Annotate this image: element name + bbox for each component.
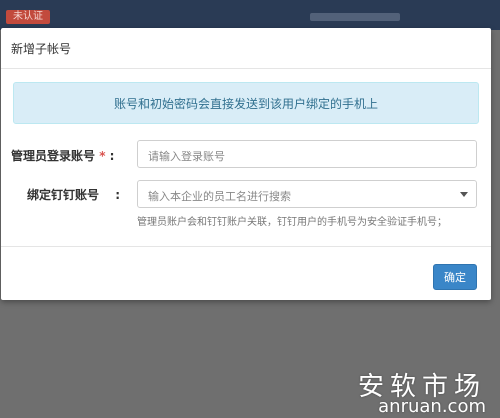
info-alert: 账号和初始密码会直接发送到该用户绑定的手机上 [13, 82, 479, 124]
info-alert-text: 账号和初始密码会直接发送到该用户绑定的手机上 [113, 97, 378, 111]
dingtalk-account-colon: : [115, 188, 121, 202]
dialog-footer-divider [1, 246, 491, 247]
dialog-header: 新增子帐号 [1, 28, 491, 69]
chevron-down-icon[interactable] [460, 192, 468, 197]
dingtalk-account-select[interactable]: 输入本企业的员工名进行搜索 [137, 180, 477, 208]
required-mark: * [99, 149, 106, 163]
dingtalk-account-placeholder: 输入本企业的员工名进行搜索 [148, 190, 291, 203]
admin-account-placeholder: 请输入登录账号 [148, 150, 225, 163]
admin-account-label: 管理员登录账号 * : [11, 147, 114, 164]
dingtalk-account-label-text: 绑定钉钉账号 [27, 188, 100, 202]
admin-account-label-text: 管理员登录账号 [11, 149, 96, 163]
dingtalk-account-label: 绑定钉钉账号 : [27, 186, 120, 203]
topbar-blurred-text [310, 13, 400, 21]
admin-account-colon: : [109, 149, 115, 163]
dialog-title: 新增子帐号 [11, 42, 72, 56]
add-sub-account-dialog: 新增子帐号 账号和初始密码会直接发送到该用户绑定的手机上 管理员登录账号 * :… [1, 28, 491, 300]
dingtalk-help-text: 管理员账户会和钉钉账户关联，钉钉用户的手机号为安全验证手机号； [137, 217, 447, 228]
top-navigation-bar: 未认证 [0, 0, 500, 30]
watermark-url: anruan.com [378, 396, 486, 417]
confirm-button[interactable]: 确定 [433, 264, 477, 290]
admin-account-input[interactable]: 请输入登录账号 [137, 140, 477, 168]
status-tag: 未认证 [6, 10, 50, 24]
